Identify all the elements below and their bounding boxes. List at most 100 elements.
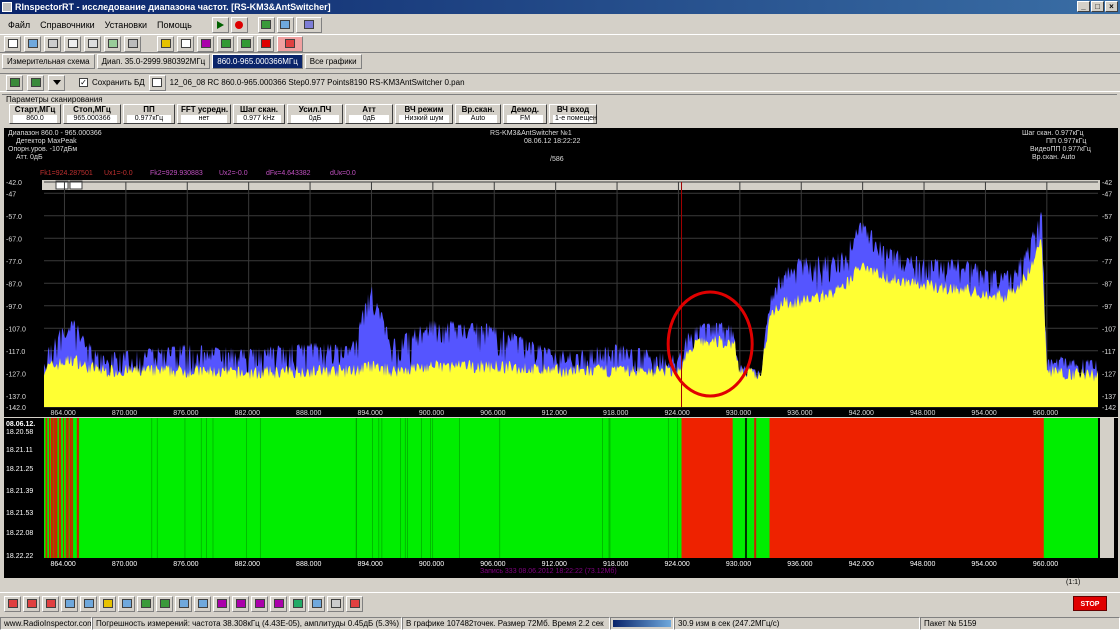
param-button-8[interactable]: Вр.скан. Auto [455, 104, 501, 124]
bottom-tool-12[interactable] [213, 595, 230, 612]
network-icon [30, 78, 41, 87]
bottom-tool-4[interactable] [61, 595, 78, 612]
spectrum-panel: Диапазон 860.0 - 965.000366 Детектор Max… [4, 128, 1118, 417]
x-tick-label: 888.000 [296, 410, 321, 417]
y-tick-label-right: -142 [1102, 405, 1116, 412]
bottom-tool-9[interactable] [156, 595, 173, 612]
param-button-1[interactable]: Стоп,МГц 965.000366 [63, 104, 121, 124]
picture-icon [107, 39, 118, 48]
table3-icon [254, 599, 265, 608]
bottom-tool-3[interactable] [42, 595, 59, 612]
bottom-tool-17[interactable] [308, 595, 325, 612]
toolbar-numbers-button[interactable] [177, 35, 194, 52]
tab-range-860-965[interactable]: 860.0-965.000366МГц [212, 54, 303, 69]
file-icon [152, 78, 163, 87]
bottom-tool-18[interactable] [327, 595, 344, 612]
waterfall-band-b [769, 418, 1044, 558]
status-site[interactable]: www.RadioInspector.com [0, 617, 92, 630]
toolbar-book-button[interactable] [44, 35, 61, 52]
tab-strip: Измерительная схема Диап. 35.0-2999.9803… [0, 54, 362, 70]
bottom-tool-2[interactable] [23, 595, 40, 612]
waterfall-x-label: 924.000 [664, 561, 689, 568]
toolbar-delete-button[interactable] [257, 35, 274, 52]
scan-parameters-row: Старт,МГц 860.0 Стоп,МГц 965.000366 ПП 0.977к… [2, 104, 1117, 124]
bottom-tool-14[interactable] [251, 595, 268, 612]
chevron-down-icon [52, 79, 61, 85]
maximize-button[interactable]: □ [1091, 1, 1104, 12]
param-button-6[interactable]: Атт 0дБ [345, 104, 393, 124]
bottom-toolbar [0, 592, 1120, 614]
menu-help[interactable]: Помощь [153, 20, 196, 30]
y-tick-label-right: -77 [1102, 259, 1112, 266]
tab-all-graphs[interactable]: Все графики [304, 54, 362, 69]
menu-file[interactable]: Файл [4, 20, 34, 30]
param-button-0[interactable]: Старт,МГц 860.0 [9, 104, 61, 124]
menu-settings[interactable]: Установки [101, 20, 151, 30]
waterfall-time-2: 18.21.11 [6, 447, 33, 454]
param-button-10[interactable]: ВЧ вход 1-е помещен [549, 104, 597, 124]
bottom-tool-15[interactable] [270, 595, 287, 612]
stop-button[interactable]: STOP [1073, 596, 1107, 611]
status-points: В графике 107482точек. Размер 72Мб. Врем… [402, 617, 610, 630]
dropdown-button[interactable] [48, 74, 65, 91]
toolbar-camera-button[interactable] [237, 35, 254, 52]
y-tick-label: -97.0 [6, 304, 22, 311]
numbers-icon [180, 39, 191, 48]
param-button-3[interactable]: FFT усредн. нет [177, 104, 231, 124]
param-button-2[interactable]: ПП 0.977кГц [123, 104, 175, 124]
toolbar-bars-button[interactable] [217, 35, 234, 52]
bottom-tool-19[interactable] [346, 595, 363, 612]
tab-measurement-scheme[interactable]: Измерительная схема [2, 54, 95, 69]
spectrum-plot[interactable]: -42.0 -42 -47 -47 -57.0 -57 -67.0 -67 -77.0 -77 -8… [4, 128, 1118, 417]
antenna-button[interactable] [295, 16, 322, 33]
bottom-tool-10[interactable] [175, 595, 192, 612]
param-button-9[interactable]: Демод. FM [503, 104, 547, 124]
bottom-tool-5[interactable] [80, 595, 97, 612]
toolbar-histogram-button[interactable] [197, 35, 214, 52]
bottom-tool-11[interactable] [194, 595, 211, 612]
y-tick-label: -117.0 [6, 349, 25, 356]
bottom-tool-13[interactable] [232, 595, 249, 612]
toolbar-picture-button[interactable] [104, 35, 121, 52]
menu-references[interactable]: Справочники [36, 20, 99, 30]
x-tick-label: 864.000 [50, 410, 75, 417]
toolbar-calendar-button[interactable] [64, 35, 81, 52]
play-button[interactable] [211, 16, 229, 33]
waterfall-plot[interactable]: 864.000 870.000 876.000 882.000 888.000 894.0… [4, 418, 1118, 578]
param-button-7[interactable]: ВЧ режим Низкий шум [395, 104, 453, 124]
status-error: Погрешность измерений: частота 38.308кГц… [92, 617, 402, 630]
bottom-tool-16[interactable] [289, 595, 306, 612]
record-button[interactable] [230, 16, 248, 33]
y-tick-label-right: -97 [1102, 304, 1112, 311]
file-name: 12_06_08 RC 860.0-965.000366 Step0.977 P… [169, 78, 465, 87]
grid-button[interactable] [257, 16, 275, 33]
toolbar-list-button[interactable] [84, 35, 101, 52]
param-button-4[interactable]: Шаг скан. 0.977 kHz [233, 104, 285, 124]
print-icon [330, 599, 341, 608]
tab-range-full[interactable]: Диап. 35.0-2999.980392МГц [96, 54, 211, 69]
waterfall-time-6: 18.22.08 [6, 530, 34, 537]
open-file-button[interactable] [6, 74, 23, 91]
chart-button[interactable] [276, 16, 294, 33]
frame2-icon [83, 599, 94, 608]
param-value: 860.0 [13, 115, 57, 123]
close-button[interactable]: × [1105, 1, 1118, 12]
toolbar-text-button[interactable] [4, 35, 21, 52]
toolbar-device-button[interactable] [24, 35, 41, 52]
file-info-button[interactable] [148, 74, 166, 91]
bottom-tool-1[interactable] [4, 595, 21, 612]
bottom-tool-7[interactable] [118, 595, 135, 612]
param-value: 0.977кГц [127, 115, 171, 123]
waterfall-scrollbar[interactable] [1100, 418, 1114, 558]
bottom-tool-6[interactable] [99, 595, 116, 612]
table2-icon [235, 599, 246, 608]
menu-bar: Файл Справочники Установки Помощь [0, 15, 1120, 34]
save-db-checkbox[interactable]: ✓ [79, 78, 88, 87]
network-button[interactable] [27, 74, 44, 91]
toolbar-chain-button[interactable] [157, 35, 174, 52]
bottom-tool-8[interactable] [137, 595, 154, 612]
minimize-button[interactable]: _ [1077, 1, 1090, 12]
param-button-5[interactable]: Усил.ПЧ 0дБ [287, 104, 343, 124]
toolbar-spectrum-button[interactable] [277, 35, 303, 52]
toolbar-star-button[interactable] [124, 35, 141, 52]
